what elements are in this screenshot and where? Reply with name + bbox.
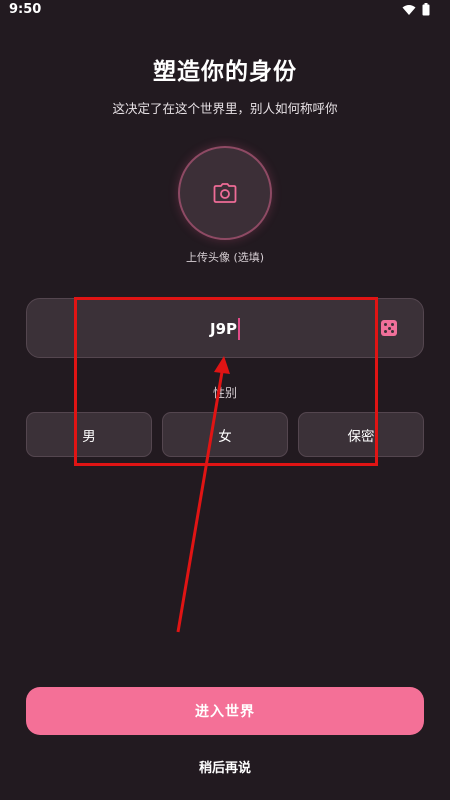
profile-setup-screen: 9:50 塑造你的身份 这决定了在这个世界里，别人如何称呼你 上传头像 (选填)…	[0, 0, 450, 800]
annotation-arrow	[176, 356, 230, 633]
